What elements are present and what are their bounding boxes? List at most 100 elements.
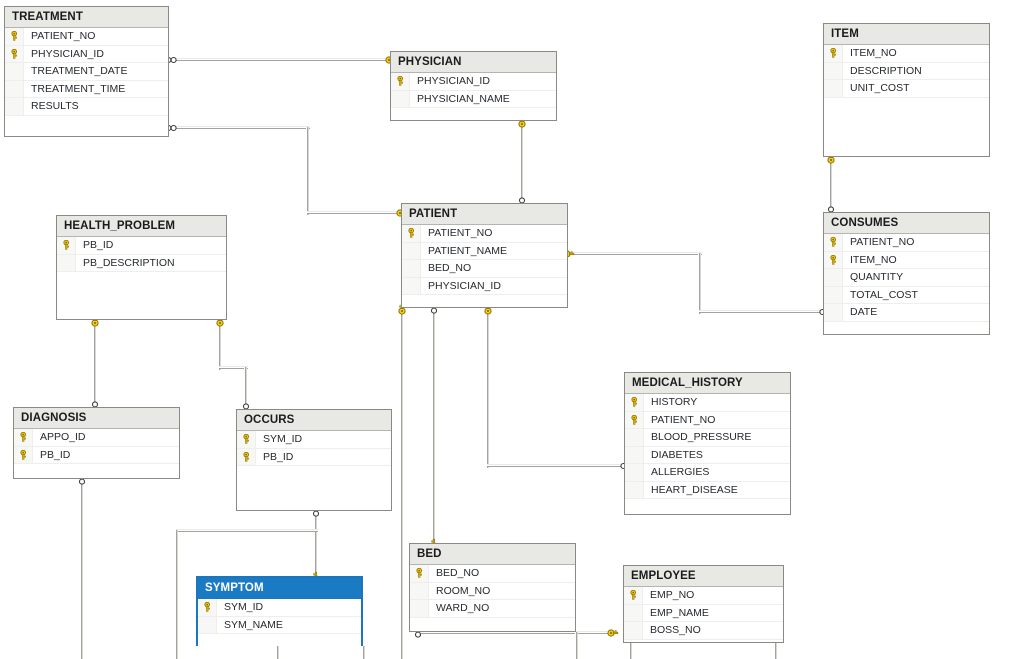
entity-empty-area[interactable] <box>410 617 575 631</box>
entity-table-health_problem[interactable]: HEALTH_PROBLEM PB_ID PB_DESCRIPTION <box>56 215 227 320</box>
entity-empty-area[interactable] <box>237 466 391 510</box>
entity-table-consumes[interactable]: CONSUMES PATIENT_NO ITEM_NO QUANTITY TOTAL_C… <box>823 212 990 335</box>
relationship-line-treatment-patient[interactable] <box>169 126 310 129</box>
entity-title-item[interactable]: ITEM <box>824 24 989 45</box>
entity-field-row[interactable]: PHYSICIAN_ID <box>5 45 168 63</box>
relationship-line-patient-diagnosis-path[interactable] <box>400 308 403 659</box>
entity-table-patient[interactable]: PATIENT PATIENT_NO PATIENT_NAME BED_NO PHYSI… <box>401 203 568 308</box>
entity-title-employee[interactable]: EMPLOYEE <box>624 566 783 587</box>
entity-field-row[interactable]: DIABETES <box>625 446 790 464</box>
relationship-line-treatment-physician[interactable] <box>169 58 393 61</box>
entity-field-row[interactable]: PHYSICIAN_NAME <box>391 90 556 108</box>
entity-title-occurs[interactable]: OCCURS <box>237 410 391 431</box>
entity-field-row[interactable]: HISTORY <box>625 394 790 412</box>
relationship-line-patient-consumes[interactable] <box>698 253 701 314</box>
entity-title-bed[interactable]: BED <box>410 544 575 565</box>
entity-table-item[interactable]: ITEM ITEM_NO DESCRIPTION UNIT_COST <box>823 23 990 157</box>
entity-field-row[interactable]: PHYSICIAN_ID <box>391 73 556 91</box>
entity-empty-area[interactable] <box>198 634 361 646</box>
entity-field-row[interactable]: PATIENT_NO <box>625 411 790 429</box>
entity-field-row[interactable]: TREATMENT_TIME <box>5 80 168 98</box>
entity-table-diagnosis[interactable]: DIAGNOSIS APPO_ID PB_ID <box>13 407 180 479</box>
relationship-line-bed-stub[interactable] <box>575 632 578 659</box>
relationship-line-occurs-left-tail[interactable] <box>175 530 178 659</box>
entity-field-row[interactable]: UNIT_COST <box>824 80 989 98</box>
relationship-line-patient-medical-history[interactable] <box>487 464 627 467</box>
entity-field-row[interactable]: TREATMENT_DATE <box>5 63 168 81</box>
entity-empty-area[interactable] <box>624 639 783 642</box>
relationship-line-employee-stub[interactable] <box>629 643 632 659</box>
entity-field-row[interactable]: ITEM_NO <box>824 45 989 63</box>
entity-field-row[interactable]: DESCRIPTION <box>824 62 989 80</box>
entity-title-diagnosis[interactable]: DIAGNOSIS <box>14 408 179 429</box>
entity-empty-area[interactable] <box>625 499 790 514</box>
entity-field-row[interactable]: BOSS_NO <box>624 622 783 640</box>
entity-field-row[interactable]: EMP_NO <box>624 587 783 605</box>
entity-title-consumes[interactable]: CONSUMES <box>824 213 989 234</box>
entity-field-row[interactable]: BLOOD_PRESSURE <box>625 429 790 447</box>
entity-empty-area[interactable] <box>5 115 168 136</box>
entity-field-row[interactable]: TOTAL_COST <box>824 286 989 304</box>
relationship-line-treatment-patient[interactable] <box>307 211 404 214</box>
entity-field-row[interactable]: RESULTS <box>5 98 168 116</box>
primary-key-icon <box>5 28 24 45</box>
relationship-line-physician-patient[interactable] <box>520 121 523 206</box>
entity-field-row[interactable]: EMP_NAME <box>624 604 783 622</box>
entity-field-row[interactable]: PATIENT_NAME <box>402 242 567 260</box>
entity-field-row[interactable]: PB_DESCRIPTION <box>57 254 226 272</box>
relationship-line-symptom-stub-b[interactable] <box>362 646 365 659</box>
entity-field-row[interactable]: PB_ID <box>14 446 179 464</box>
entity-title-health_problem[interactable]: HEALTH_PROBLEM <box>57 216 226 237</box>
relationship-line-patient-consumes[interactable] <box>568 252 702 255</box>
entity-field-row[interactable]: DATE <box>824 304 989 322</box>
entity-title-medical_history[interactable]: MEDICAL_HISTORY <box>625 373 790 394</box>
relationship-line-occurs-left-tail[interactable] <box>176 529 318 532</box>
entity-table-occurs[interactable]: OCCURS SYM_ID PB_ID <box>236 409 392 511</box>
entity-table-symptom[interactable]: SYMPTOM SYM_ID SYM_NAME <box>196 576 363 646</box>
entity-empty-area[interactable] <box>57 272 226 319</box>
relationship-line-symptom-stub-a[interactable] <box>276 646 279 659</box>
entity-empty-area[interactable] <box>402 295 567 307</box>
relationship-line-patient-medical-history[interactable] <box>486 308 489 468</box>
entity-table-treatment[interactable]: TREATMENT PATIENT_NO PHYSICIAN_ID TREATMENT… <box>4 6 169 137</box>
relationship-line-diagnosis-tail[interactable] <box>80 479 83 659</box>
entity-field-row[interactable]: ITEM_NO <box>824 251 989 269</box>
field-gutter <box>824 62 843 79</box>
entity-field-row[interactable]: PATIENT_NO <box>824 234 989 252</box>
entity-field-row[interactable]: PB_ID <box>237 448 391 466</box>
entity-field-row[interactable]: SYM_ID <box>237 431 391 449</box>
entity-field-row[interactable]: PHYSICIAN_ID <box>402 277 567 295</box>
entity-field-row[interactable]: SYM_ID <box>198 599 361 617</box>
entity-field-row[interactable]: WARD_NO <box>410 600 575 618</box>
entity-empty-area[interactable] <box>14 464 179 478</box>
relationship-line-health-diagnosis[interactable] <box>93 320 96 410</box>
entity-empty-area[interactable] <box>824 97 989 156</box>
entity-table-employee[interactable]: EMPLOYEE EMP_NO EMP_NAME BOSS_NO <box>623 565 784 643</box>
entity-empty-area[interactable] <box>824 321 989 334</box>
relationship-line-treatment-patient[interactable] <box>306 127 309 215</box>
entity-field-row[interactable]: ROOM_NO <box>410 582 575 600</box>
relationship-line-patient-consumes[interactable] <box>699 310 826 313</box>
entity-field-row[interactable]: PATIENT_NO <box>402 225 567 243</box>
relationship-line-patient-bed[interactable] <box>432 308 435 546</box>
entity-title-physician[interactable]: PHYSICIAN <box>391 52 556 73</box>
entity-field-row[interactable]: PATIENT_NO <box>5 28 168 46</box>
entity-title-patient[interactable]: PATIENT <box>402 204 567 225</box>
entity-empty-area[interactable] <box>391 108 556 120</box>
entity-fields-medical_history: HISTORY PATIENT_NO BLOOD_PRESSURE DIABETES A… <box>625 394 790 514</box>
entity-field-row[interactable]: QUANTITY <box>824 269 989 287</box>
entity-field-row[interactable]: BED_NO <box>410 565 575 583</box>
entity-table-bed[interactable]: BED BED_NO ROOM_NO WARD_NO <box>409 543 576 632</box>
entity-field-row[interactable]: BED_NO <box>402 260 567 278</box>
entity-title-symptom[interactable]: SYMPTOM <box>198 578 361 599</box>
entity-field-row[interactable]: APPO_ID <box>14 429 179 447</box>
entity-field-row[interactable]: ALLERGIES <box>625 464 790 482</box>
er-diagram-canvas[interactable]: TREATMENT PATIENT_NO PHYSICIAN_ID TREATMENT… <box>0 0 1024 659</box>
entity-table-medical_history[interactable]: MEDICAL_HISTORY HISTORY PATIENT_NO BLOOD_PR… <box>624 372 791 515</box>
relationship-line-employee-stub2[interactable] <box>774 643 777 659</box>
entity-title-treatment[interactable]: TREATMENT <box>5 7 168 28</box>
entity-table-physician[interactable]: PHYSICIAN PHYSICIAN_ID PHYSICIAN_NAME <box>390 51 557 121</box>
entity-field-row[interactable]: PB_ID <box>57 237 226 255</box>
entity-field-row[interactable]: HEART_DISEASE <box>625 481 790 499</box>
entity-field-row[interactable]: SYM_NAME <box>198 616 361 634</box>
